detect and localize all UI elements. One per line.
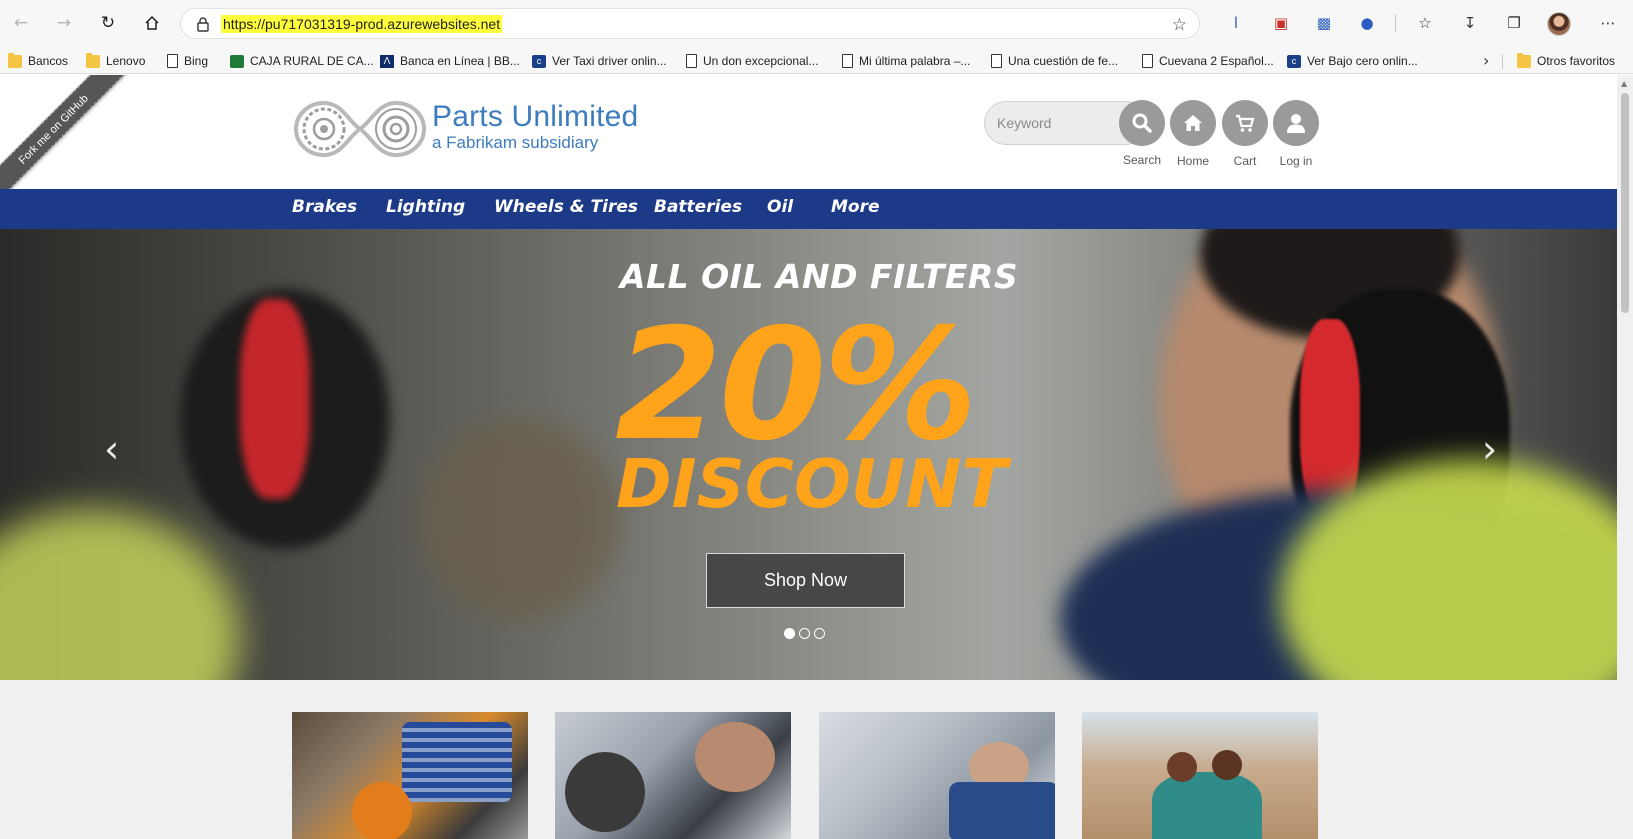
bookmark-label: Banca en Línea | BB... — [400, 54, 520, 68]
collections-icon[interactable]: ❐ — [1503, 12, 1525, 34]
site-icon: c — [1287, 54, 1301, 68]
nav-item-batteries[interactable]: Batteries — [654, 197, 742, 217]
nav-item-oil[interactable]: Oil — [767, 197, 793, 217]
folder-icon — [86, 52, 100, 68]
featured-tiles — [0, 680, 1617, 839]
bookmark-label: Mi última palabra –... — [859, 54, 971, 68]
pdf-extension-icon[interactable]: ▣ — [1270, 12, 1292, 34]
parts-unlimited-logo-icon[interactable] — [290, 97, 430, 161]
home-button[interactable] — [1170, 100, 1216, 146]
bookmark-label: Cuevana 2 Español... — [1159, 54, 1274, 68]
bookmark-label: Ver Bajo cero onlin... — [1307, 54, 1418, 68]
bookmark-item[interactable]: Un don excepcional... — [686, 51, 818, 71]
bookmark-item[interactable]: Mi última palabra –... — [842, 51, 970, 71]
tile-friends-image[interactable] — [1082, 712, 1318, 839]
bank-icon: Λ — [380, 54, 394, 68]
search-input[interactable] — [997, 113, 1107, 133]
bookmark-item[interactable]: Bancos — [8, 51, 68, 71]
bookmark-item[interactable]: c Ver Bajo cero onlin... — [1287, 51, 1418, 71]
bookmarks-divider — [1502, 54, 1503, 69]
bookmark-label: Una cuestión de fe... — [1008, 54, 1119, 68]
bookmark-label: Otros favoritos — [1537, 54, 1616, 68]
bookmark-label: Lenovo — [106, 54, 146, 68]
chevron-right-icon[interactable]: › — [1483, 51, 1489, 70]
tile-mechanic-image[interactable] — [819, 712, 1055, 839]
hero-headline: ALL OIL AND FILTERS — [620, 257, 1019, 296]
shop-now-button[interactable]: Shop Now — [706, 553, 905, 608]
carousel-dot[interactable] — [814, 628, 825, 639]
screen-extension-icon[interactable]: ▩ — [1313, 12, 1335, 34]
bookmark-item[interactable]: Lenovo — [86, 51, 145, 71]
bookmark-item[interactable]: CAJA RURAL DE CA... — [230, 51, 374, 71]
page-icon — [167, 54, 178, 68]
add-favorite-star-icon[interactable]: ☆ — [1172, 15, 1187, 35]
favorites-icon[interactable]: ☆ — [1414, 12, 1436, 34]
bookmark-item[interactable]: Cuevana 2 Español... — [1142, 51, 1274, 71]
nav-item-lighting[interactable]: Lighting — [386, 197, 465, 217]
hero-percent: 20% — [615, 296, 978, 475]
bank-icon — [230, 54, 244, 68]
carousel-next-icon[interactable]: › — [1482, 427, 1497, 471]
nav-item-brakes[interactable]: Brakes — [292, 197, 357, 217]
bookmark-label: Ver Taxi driver onlin... — [552, 54, 667, 68]
nav-item-wheels-tires[interactable]: Wheels & Tires — [494, 197, 638, 217]
page-icon — [1142, 54, 1153, 68]
brand-subtitle: a Fabrikam subsidiary — [432, 133, 599, 152]
category-nav: Brakes Lighting Wheels & Tires Batteries… — [0, 189, 1617, 229]
nav-item-more[interactable]: More — [831, 197, 880, 217]
tile-sales-image[interactable] — [555, 712, 791, 839]
folder-icon — [1517, 52, 1531, 68]
profile-avatar[interactable] — [1547, 12, 1571, 36]
translate-extension-icon[interactable]: ا — [1225, 12, 1247, 34]
brand-title[interactable]: Parts Unlimited — [432, 100, 638, 134]
more-menu-icon[interactable]: ⋯ — [1597, 12, 1619, 34]
downloads-icon[interactable]: ↧ — [1459, 12, 1481, 34]
page-icon — [991, 54, 1002, 68]
scroll-up-arrow-icon[interactable]: ▲ — [1621, 79, 1627, 88]
refresh-icon[interactable]: ↻ — [97, 12, 119, 34]
back-arrow-icon[interactable]: ← — [10, 12, 32, 34]
user-icon — [1287, 114, 1305, 133]
browser-toolbar: ← → ↻ https://pu717031319-prod.azurewebs… — [0, 0, 1633, 47]
login-label: Log in — [1279, 154, 1313, 168]
toolbar-divider — [1395, 14, 1396, 32]
url-text[interactable]: https://pu717031319-prod.azurewebsites.n… — [221, 15, 503, 33]
tile-parts-image[interactable] — [292, 712, 528, 839]
site-icon: c — [532, 54, 546, 68]
grammar-extension-icon[interactable]: ● — [1356, 12, 1378, 34]
carousel-indicators — [784, 628, 825, 639]
bookmark-item[interactable]: Una cuestión de fe... — [991, 51, 1118, 71]
home-icon — [1184, 115, 1202, 131]
vertical-scrollbar[interactable]: ▲ — [1617, 75, 1633, 839]
carousel-prev-icon[interactable]: ‹ — [104, 427, 119, 471]
scroll-thumb[interactable] — [1621, 93, 1629, 313]
hero-discount: DISCOUNT — [616, 445, 1008, 523]
bookmark-label: Bancos — [28, 54, 69, 68]
search-icon — [1132, 113, 1152, 133]
login-button[interactable] — [1273, 100, 1319, 146]
folder-icon — [8, 52, 22, 68]
lock-icon[interactable] — [196, 16, 210, 32]
home-label: Home — [1176, 154, 1209, 168]
carousel-dot[interactable] — [799, 628, 810, 639]
web-page: Fork me on GitHub Parts Unlimited a Fabr… — [0, 75, 1617, 839]
page-icon — [842, 54, 853, 68]
bookmarks-bar: Bancos Lenovo Bing CAJA RURAL DE CA... Λ… — [0, 47, 1633, 74]
carousel-dot[interactable] — [784, 628, 795, 639]
cart-icon — [1236, 114, 1255, 132]
bookmark-item[interactable]: Bing — [167, 51, 208, 71]
hero-carousel: ALL OIL AND FILTERS 20% DISCOUNT Shop No… — [0, 229, 1617, 680]
page-icon — [686, 54, 697, 68]
bookmark-item[interactable]: Λ Banca en Línea | BB... — [380, 51, 520, 71]
bookmark-label: Bing — [184, 54, 209, 68]
address-bar[interactable]: https://pu717031319-prod.azurewebsites.n… — [180, 8, 1200, 39]
bookmark-label: CAJA RURAL DE CA... — [250, 54, 374, 68]
forward-arrow-icon[interactable]: → — [53, 12, 75, 34]
bookmark-label: Un don excepcional... — [703, 54, 819, 68]
bookmark-item[interactable]: c Ver Taxi driver onlin... — [532, 51, 667, 71]
search-button[interactable] — [1119, 100, 1165, 146]
cart-button[interactable] — [1222, 100, 1268, 146]
home-icon[interactable] — [141, 12, 163, 34]
other-favorites[interactable]: Otros favoritos — [1517, 51, 1615, 71]
